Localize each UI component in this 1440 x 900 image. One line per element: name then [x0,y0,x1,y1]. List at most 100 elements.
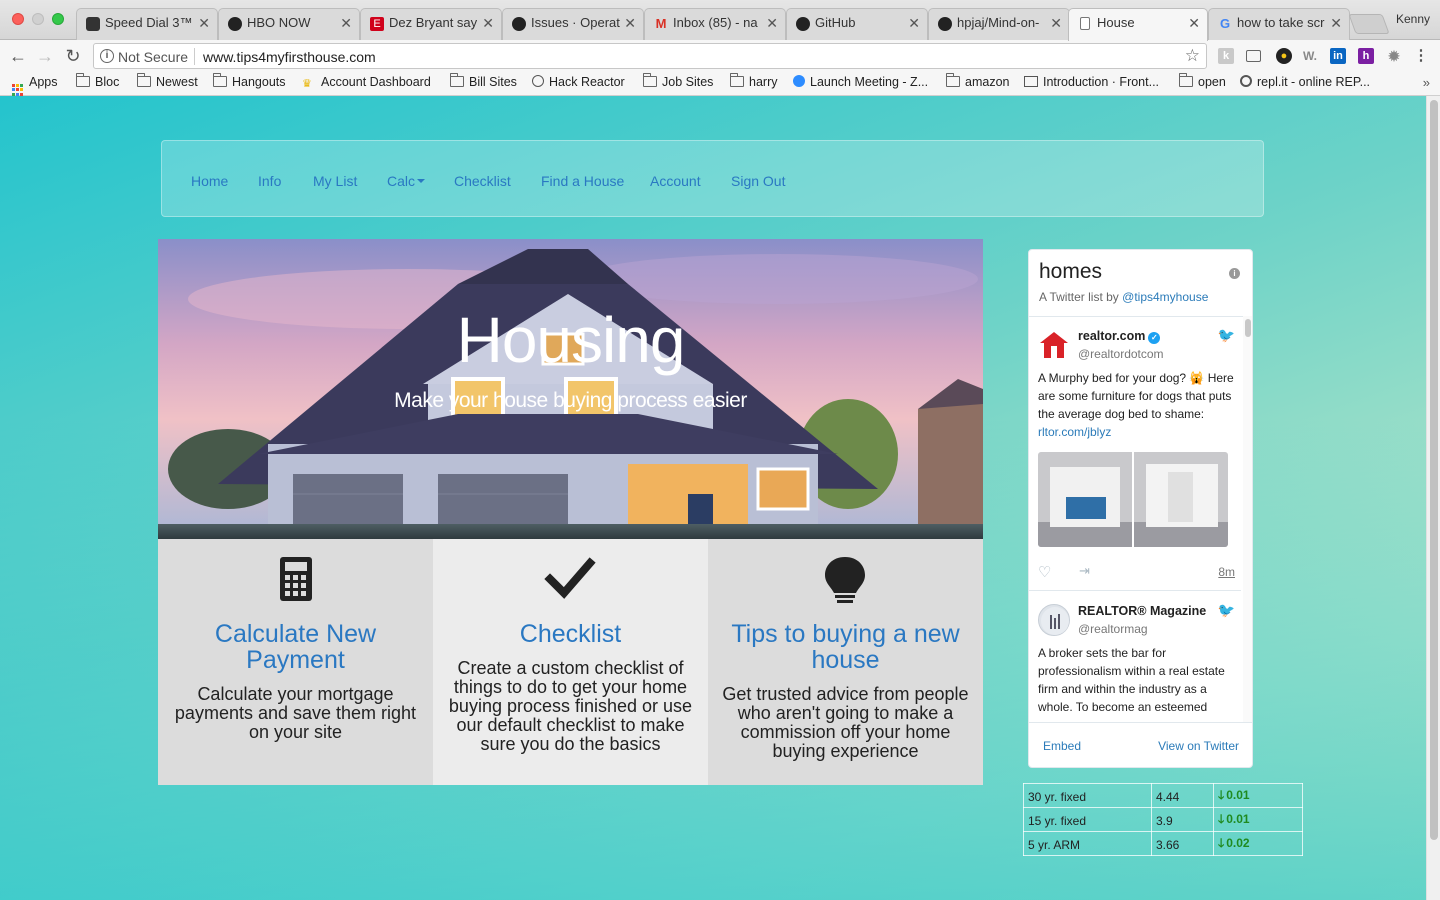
bookmark-item[interactable]: Hack Reactor [532,75,625,89]
tweet-author-name: realtor.com [1078,329,1146,343]
bookmark-item[interactable]: ♛ Account Dashboard [302,75,431,90]
browser-tab-active[interactable]: House ✕ [1068,8,1208,41]
twitter-bird-icon[interactable]: 🐦 [1218,327,1235,344]
realtor-avatar[interactable] [1038,329,1070,361]
extension-icon[interactable]: k [1218,48,1234,64]
cast-icon[interactable] [1246,50,1261,62]
close-tab-icon[interactable]: ✕ [482,15,494,32]
bookmark-label: repl.it - online REP... [1257,75,1371,89]
hero-subtitle: Make your house buying process easier [394,389,747,412]
nav-info[interactable]: Info [258,173,281,189]
realtor-mag-avatar[interactable] [1038,604,1070,636]
tweet[interactable]: realtor.com ✓ @realtordotcom 🐦 A Murphy b… [1029,317,1241,591]
nav-home[interactable]: Home [191,173,228,189]
scrollbar-thumb[interactable] [1245,319,1251,337]
nav-my-list[interactable]: My List [313,173,357,189]
arrow-down-icon: 🡓 [1218,788,1225,802]
close-tab-icon[interactable]: ✕ [1330,15,1342,32]
twitter-bird-icon[interactable]: 🐦 [1218,602,1235,619]
tweet-handle[interactable]: @realtordotcom [1078,347,1164,361]
h-extension-icon[interactable]: h [1358,48,1374,64]
bookmark-folder[interactable]: open [1179,73,1226,89]
browser-tab[interactable]: Speed Dial 3™ ✕ [76,8,218,40]
reload-icon[interactable]: ↻ [63,46,83,66]
back-arrow-icon[interactable]: ← [8,46,28,66]
tweet-link[interactable]: rltor.com/jblyz [1038,425,1111,439]
nav-account[interactable]: Account [650,173,701,189]
forward-arrow-icon[interactable]: → [35,46,55,66]
close-window-button[interactable] [12,13,24,25]
tweet[interactable]: REALTOR® Magazine @realtormag 🐦 A broker… [1029,592,1241,722]
maximize-window-button[interactable] [52,13,64,25]
bookmark-item[interactable]: Launch Meeting - Z... [793,75,928,89]
nav-find-a-house[interactable]: Find a House [541,173,624,189]
bug-icon[interactable]: ✹ [1386,48,1402,64]
info-icon[interactable]: i [1229,268,1240,279]
feature-title[interactable]: Checklist [443,621,698,647]
menu-kebab-icon[interactable]: ⋮ [1413,48,1429,64]
new-tab-button[interactable] [1348,14,1390,34]
share-icon[interactable]: ⇥ [1079,563,1090,579]
minimize-window-button[interactable] [32,13,44,25]
browser-tab[interactable]: G how to take scr ✕ [1208,8,1350,40]
rate-product: 15 yr. fixed [1023,807,1152,832]
embed-link[interactable]: Embed [1043,739,1081,753]
page-scrollbar-thumb[interactable] [1430,100,1438,840]
twitter-widget-footer: Embed View on Twitter [1029,722,1252,767]
chevron-right-icon[interactable]: » [1423,75,1430,90]
bookmark-folder[interactable]: harry [730,73,778,89]
bookmark-star-icon[interactable]: ☆ [1185,46,1200,66]
twitter-handle-link[interactable]: @tips4myhouse [1122,290,1208,304]
tweet-author-name[interactable]: REALTOR® Magazine [1078,604,1206,618]
view-on-twitter-link[interactable]: View on Twitter [1158,739,1239,753]
browser-tab[interactable]: M Inbox (85) - na ✕ [644,8,786,40]
url-text[interactable]: www.tips4myfirsthouse.com [203,49,376,65]
feature-title[interactable]: Tips to buying a new house [718,621,973,673]
bookmark-folder[interactable]: Job Sites [643,73,713,89]
bookmark-folder[interactable]: amazon [946,73,1009,89]
nav-calc-dropdown[interactable]: Calc [387,173,426,189]
tweet-handle[interactable]: @realtormag [1078,622,1148,636]
tweet-stream[interactable]: realtor.com ✓ @realtordotcom 🐦 A Murphy b… [1029,316,1252,722]
tweet-time[interactable]: 8m [1218,565,1235,579]
bookmark-folder[interactable]: Newest [137,73,198,89]
w-extension-icon[interactable]: W. [1302,48,1318,64]
bookmark-folder[interactable]: Hangouts [213,73,286,89]
tweet-media[interactable] [1038,452,1228,547]
linkedin-icon[interactable]: in [1330,48,1346,64]
browser-tab[interactable]: E Dez Bryant say ✕ [360,8,502,40]
close-tab-icon[interactable]: ✕ [908,15,920,32]
browser-tab[interactable]: HBO NOW ✕ [218,8,360,40]
bookmark-item[interactable]: Apps [12,75,58,96]
close-tab-icon[interactable]: ✕ [624,15,636,32]
close-tab-icon[interactable]: ✕ [1188,15,1200,32]
info-icon[interactable]: i [100,49,114,63]
bookmark-folder[interactable]: Bloc [76,73,119,89]
calculator-icon [158,555,433,605]
extension-badge-icon[interactable]: ● [1276,48,1292,64]
security-label[interactable]: Not Secure [118,49,188,65]
like-heart-icon[interactable]: ♡ [1038,563,1051,581]
bookmark-folder[interactable]: Bill Sites [450,73,517,89]
replit-icon [1240,75,1252,87]
nav-sign-out[interactable]: Sign Out [731,173,785,189]
browser-tab[interactable]: hpjaj/Mind-on- ✕ [928,8,1070,40]
tweet-author[interactable]: realtor.com ✓ [1078,329,1161,344]
page-scrollbar[interactable] [1426,96,1440,900]
bookmark-label: harry [749,75,778,89]
bookmark-item[interactable]: Introduction · Front... [1024,75,1159,89]
address-bar[interactable]: i Not Secure www.tips4myfirsthouse.com ☆ [93,43,1207,69]
hero-title: Housing [456,304,686,376]
feature-title[interactable]: Calculate New Payment [168,621,423,673]
close-tab-icon[interactable]: ✕ [198,15,210,32]
close-tab-icon[interactable]: ✕ [1050,15,1062,32]
nav-checklist[interactable]: Checklist [454,173,511,189]
close-tab-icon[interactable]: ✕ [340,15,352,32]
tweet-stream-scrollbar[interactable] [1243,316,1252,722]
close-tab-icon[interactable]: ✕ [766,15,778,32]
browser-tab[interactable]: Issues · Operat ✕ [502,8,644,40]
browser-tab[interactable]: GitHub ✕ [786,8,928,40]
bookmark-item[interactable]: repl.it - online REP... [1240,75,1370,89]
profile-button[interactable]: Kenny [1396,12,1430,26]
twitter-list-title[interactable]: homes [1039,260,1102,284]
